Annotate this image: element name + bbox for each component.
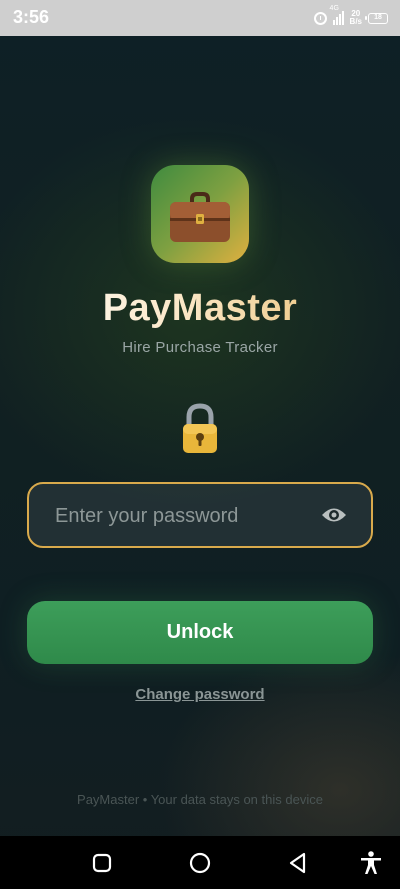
home-icon[interactable] bbox=[187, 850, 213, 876]
lock-icon bbox=[183, 403, 217, 453]
alarm-icon bbox=[313, 11, 327, 25]
status-icons: 4G 20 B/s 18 bbox=[313, 5, 388, 28]
app-title: PayMaster bbox=[0, 287, 400, 330]
network-speed: 20 B/s bbox=[350, 10, 362, 26]
briefcase-icon bbox=[170, 192, 230, 242]
app-logo bbox=[151, 165, 249, 263]
signal-icon: 4G bbox=[330, 5, 344, 25]
unlock-button[interactable]: Unlock bbox=[27, 601, 373, 664]
footer-text: PayMaster • Your data stays on this devi… bbox=[77, 792, 323, 807]
accessibility-icon[interactable] bbox=[358, 850, 384, 876]
navigation-bar bbox=[0, 836, 400, 889]
recents-icon[interactable] bbox=[89, 850, 115, 876]
battery-icon: 18 bbox=[365, 12, 388, 24]
back-icon[interactable] bbox=[285, 850, 311, 876]
password-field[interactable] bbox=[27, 482, 373, 548]
status-time: 3:56 bbox=[13, 7, 50, 27]
password-input[interactable] bbox=[53, 484, 327, 548]
status-bar: 3:56 4G 20 B/s 18 bbox=[0, 0, 400, 36]
login-screen: 3:56 4G 20 B/s 18 PayMaster Hire Purchas… bbox=[0, 0, 400, 889]
network-speed-unit: B/s bbox=[349, 17, 362, 26]
network-type-label: 4G bbox=[329, 5, 339, 12]
eye-icon[interactable] bbox=[321, 506, 347, 524]
app-subtitle: Hire Purchase Tracker bbox=[122, 339, 278, 356]
change-password-link[interactable]: Change password bbox=[0, 686, 400, 703]
